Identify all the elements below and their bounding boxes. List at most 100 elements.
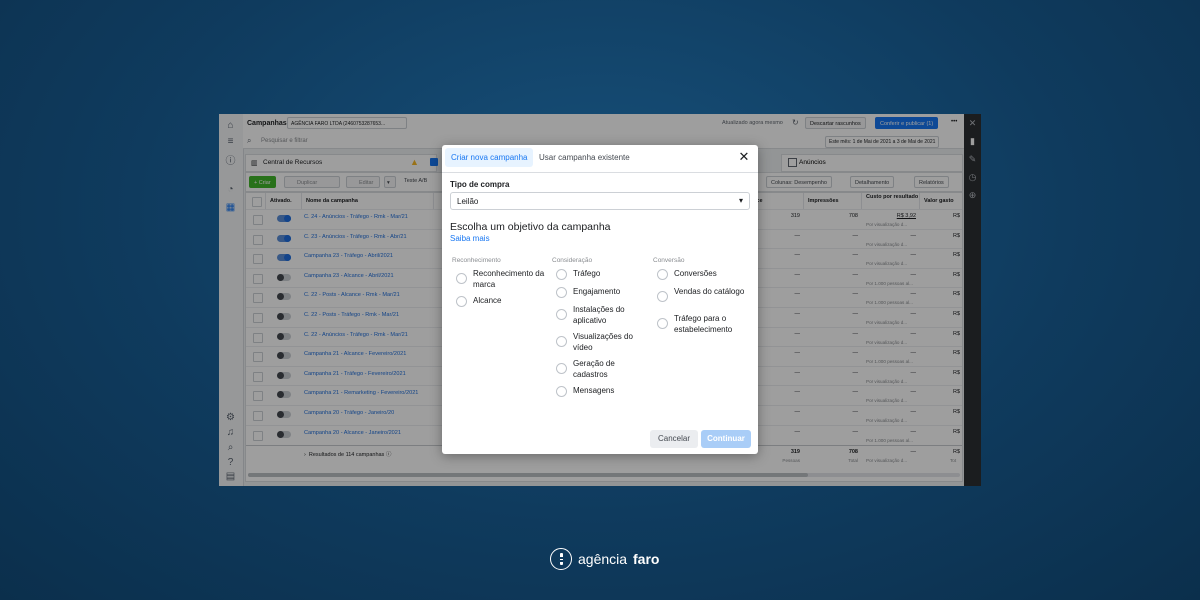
objective-option-label[interactable]: Geração de cadastros xyxy=(573,359,647,380)
gauge-icon[interactable]: ◔ xyxy=(225,184,236,195)
row-checkbox[interactable] xyxy=(253,391,263,402)
objective-option-label[interactable]: Conversões xyxy=(674,269,748,280)
objective-option-label[interactable]: Instalações do aplicativo xyxy=(573,305,647,326)
objective-option-label[interactable]: Visualizações do vídeo xyxy=(573,332,647,353)
row-checkbox[interactable] xyxy=(253,254,263,265)
ab-test-button[interactable]: Teste A/B xyxy=(404,178,427,184)
info-icon[interactable]: ⓘ xyxy=(225,156,236,167)
row-checkbox[interactable] xyxy=(253,273,263,284)
objective-option-label[interactable]: Engajamento xyxy=(573,287,647,298)
campaign-name[interactable]: C. 22 - Posts - Tráfego - Rmk - Mar/21 xyxy=(304,312,399,318)
chart-icon[interactable]: ▮ xyxy=(967,136,978,147)
objective-radio[interactable] xyxy=(556,336,567,347)
row-checkbox[interactable] xyxy=(253,371,263,382)
header-amount-spent[interactable]: Valor gasto xyxy=(920,193,962,209)
zoom-icon[interactable]: ⊕ xyxy=(967,190,978,201)
campaign-toggle[interactable] xyxy=(277,215,291,222)
campaign-name[interactable]: Campanha 21 - Tráfego - Fevereiro/2021 xyxy=(304,371,406,377)
close-icon[interactable]: ✕ xyxy=(738,150,750,163)
row-checkbox[interactable] xyxy=(253,411,263,421)
campaign-toggle[interactable] xyxy=(277,332,291,340)
objective-option-label[interactable]: Vendas do catálogo xyxy=(674,287,748,298)
row-checkbox[interactable] xyxy=(253,332,263,343)
campaign-toggle[interactable] xyxy=(277,234,291,242)
objective-option-label[interactable]: Tráfego para o estabelecimento xyxy=(674,314,748,335)
header-name[interactable]: Nome da campanha xyxy=(302,193,434,209)
objective-radio[interactable] xyxy=(556,363,567,374)
objective-radio[interactable] xyxy=(556,269,567,280)
date-range-picker[interactable]: Este mês: 1 de Mai de 2021 a 3 de Mai de… xyxy=(825,136,940,148)
columns-button[interactable]: Colunas: Desempenho xyxy=(766,176,832,188)
report-icon[interactable]: ▤ xyxy=(225,471,236,482)
select-all-header[interactable] xyxy=(246,193,266,209)
header-active[interactable]: Ativado. xyxy=(266,193,302,209)
tab-use-existing[interactable]: Usar campanha existente xyxy=(533,148,636,167)
objective-option-label[interactable]: Alcance xyxy=(473,296,547,307)
more-icon[interactable]: ••• xyxy=(951,119,957,125)
edit-dropdown[interactable]: ▾ xyxy=(384,176,396,188)
scrollbar-thumb[interactable] xyxy=(248,473,808,477)
objective-option-label[interactable]: Tráfego xyxy=(573,269,647,280)
refresh-icon[interactable]: ↻ xyxy=(792,118,799,127)
menu-icon[interactable]: ≡ xyxy=(225,136,236,147)
breakdown-button[interactable]: Detalhamento xyxy=(850,176,895,188)
campaign-name[interactable]: Campanha 20 - Alcance - Janeiro/2021 xyxy=(304,430,401,436)
select-all-checkbox[interactable] xyxy=(252,197,262,207)
review-publish-button[interactable]: Conferir e publicar (1) xyxy=(875,117,939,129)
campaign-name[interactable]: C. 22 - Anúncios - Tráfego - Rmk - Mar/2… xyxy=(304,332,408,338)
row-checkbox[interactable] xyxy=(253,352,263,363)
campaign-name[interactable]: Campanha 23 - Tráfego - Abril/2021 xyxy=(304,253,393,259)
close-icon[interactable]: ✕ xyxy=(967,118,978,129)
header-impressions[interactable]: Impressões xyxy=(804,193,862,209)
reports-button[interactable]: Relatórios xyxy=(914,176,949,188)
duplicate-button[interactable]: Duplicar xyxy=(284,176,340,188)
objective-radio[interactable] xyxy=(556,309,567,320)
settings-icon[interactable]: ⚙ xyxy=(225,412,236,423)
campaign-name[interactable]: Campanha 21 - Alcance - Fevereiro/2021 xyxy=(304,351,406,357)
buying-type-select[interactable]: Leilão ▾ xyxy=(450,192,750,210)
campaign-name[interactable]: C. 23 - Anúncios - Tráfego - Rmk - Abr/2… xyxy=(304,234,407,240)
objective-radio[interactable] xyxy=(556,287,567,298)
table-icon[interactable]: ▦ xyxy=(225,202,236,213)
help-icon[interactable]: ? xyxy=(225,457,236,468)
edit-button[interactable]: Editar xyxy=(346,176,380,188)
search-icon[interactable]: ⌕ xyxy=(225,442,236,453)
continue-button[interactable]: Continuar xyxy=(701,430,751,448)
resource-center-header[interactable]: ▥ Central de Recursos ▲ xyxy=(245,154,438,172)
horizontal-scrollbar[interactable] xyxy=(248,473,960,477)
campaign-name[interactable]: C. 24 - Anúncios - Tráfego - Rmk - Mar/2… xyxy=(304,214,408,220)
learn-more-link[interactable]: Saiba mais xyxy=(450,234,490,243)
campaign-toggle[interactable] xyxy=(277,273,291,281)
campaign-toggle[interactable] xyxy=(277,352,291,360)
search-input[interactable]: Pesquisar e filtrar xyxy=(261,138,308,144)
row-checkbox[interactable] xyxy=(253,215,263,225)
bell-icon[interactable]: ♫ xyxy=(225,427,236,438)
create-button[interactable]: + Criar xyxy=(249,176,276,188)
campaign-name[interactable]: C. 22 - Posts - Alcance - Rmk - Mar/21 xyxy=(304,292,400,298)
home-icon[interactable]: ⌂ xyxy=(225,120,236,131)
row-checkbox[interactable] xyxy=(253,234,263,245)
row-checkbox[interactable] xyxy=(253,313,263,323)
objective-radio[interactable] xyxy=(657,291,668,302)
account-select[interactable]: AGÊNCIA FARO LTDA (2460753287653... xyxy=(287,117,407,129)
objective-option-label[interactable]: Mensagens xyxy=(573,386,647,397)
campaign-toggle[interactable] xyxy=(277,293,291,301)
campaign-toggle[interactable] xyxy=(277,254,291,262)
discard-drafts-button[interactable]: Descartar rascunhos xyxy=(805,117,866,129)
row-checkbox[interactable] xyxy=(253,430,263,441)
campaign-toggle[interactable] xyxy=(277,430,291,438)
clock-icon[interactable]: ◷ xyxy=(967,172,978,183)
header-cost-per-result[interactable]: Custo por resultado xyxy=(862,193,920,209)
row-checkbox[interactable] xyxy=(253,293,263,304)
objective-radio[interactable] xyxy=(456,296,467,307)
campaign-toggle[interactable] xyxy=(277,411,291,418)
cancel-button[interactable]: Cancelar xyxy=(650,430,699,448)
campaign-toggle[interactable] xyxy=(277,371,291,379)
campaign-name[interactable]: Campanha 21 - Remarketing - Fevereiro/20… xyxy=(304,390,418,396)
campaign-name[interactable]: Campanha 23 - Alcance - Abril/2021 xyxy=(304,273,394,279)
pencil-icon[interactable]: ✎ xyxy=(967,154,978,165)
objective-radio[interactable] xyxy=(657,318,668,329)
objective-radio[interactable] xyxy=(657,269,668,280)
campaign-toggle[interactable] xyxy=(277,391,291,399)
tab-create-new[interactable]: Criar nova campanha xyxy=(445,148,534,167)
